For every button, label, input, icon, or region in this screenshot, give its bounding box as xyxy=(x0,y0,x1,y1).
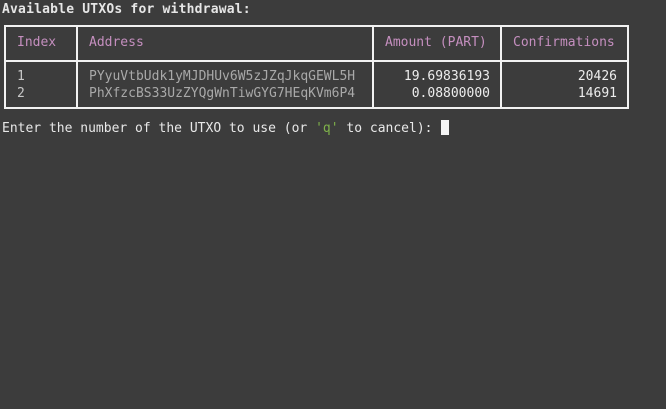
column-header-address: Address xyxy=(89,35,144,50)
row-2-index: 2 xyxy=(17,86,25,101)
row-1-address: PYyuVtbUdk1yMJDHUv6W5zJZqJkqGEWL5H xyxy=(89,69,356,84)
column-divider xyxy=(372,25,374,109)
row-2-confirmations: 14691 xyxy=(577,86,617,101)
row-1-index: 1 xyxy=(17,69,25,84)
table-header-divider xyxy=(4,60,629,62)
column-header-confirmations: Confirmations xyxy=(513,35,615,50)
text-cursor[interactable] xyxy=(441,120,450,135)
row-2-amount: 0.08800000 xyxy=(411,86,490,101)
utxo-selection-prompt[interactable]: Enter the number of the UTXO to use (or … xyxy=(2,120,450,136)
utxo-list-heading: Available UTXOs for withdrawal: xyxy=(2,2,251,17)
row-1-confirmations: 20426 xyxy=(577,69,617,84)
column-header-amount: Amount (PART) xyxy=(385,35,487,50)
row-1-amount: 19.69836193 xyxy=(403,69,490,84)
terminal-window[interactable]: Available UTXOs for withdrawal: Index Ad… xyxy=(0,0,666,409)
prompt-text-suffix: to cancel): xyxy=(338,121,441,136)
column-divider xyxy=(76,25,78,109)
column-header-index: Index xyxy=(17,35,57,50)
column-divider xyxy=(500,25,502,109)
cancel-key-hint: 'q' xyxy=(315,121,339,136)
prompt-text: Enter the number of the UTXO to use (or xyxy=(2,121,316,136)
row-2-address: PhXfzcBS33UzZYQgWnTiwGYG7HEqKVm6P4 xyxy=(89,86,356,101)
